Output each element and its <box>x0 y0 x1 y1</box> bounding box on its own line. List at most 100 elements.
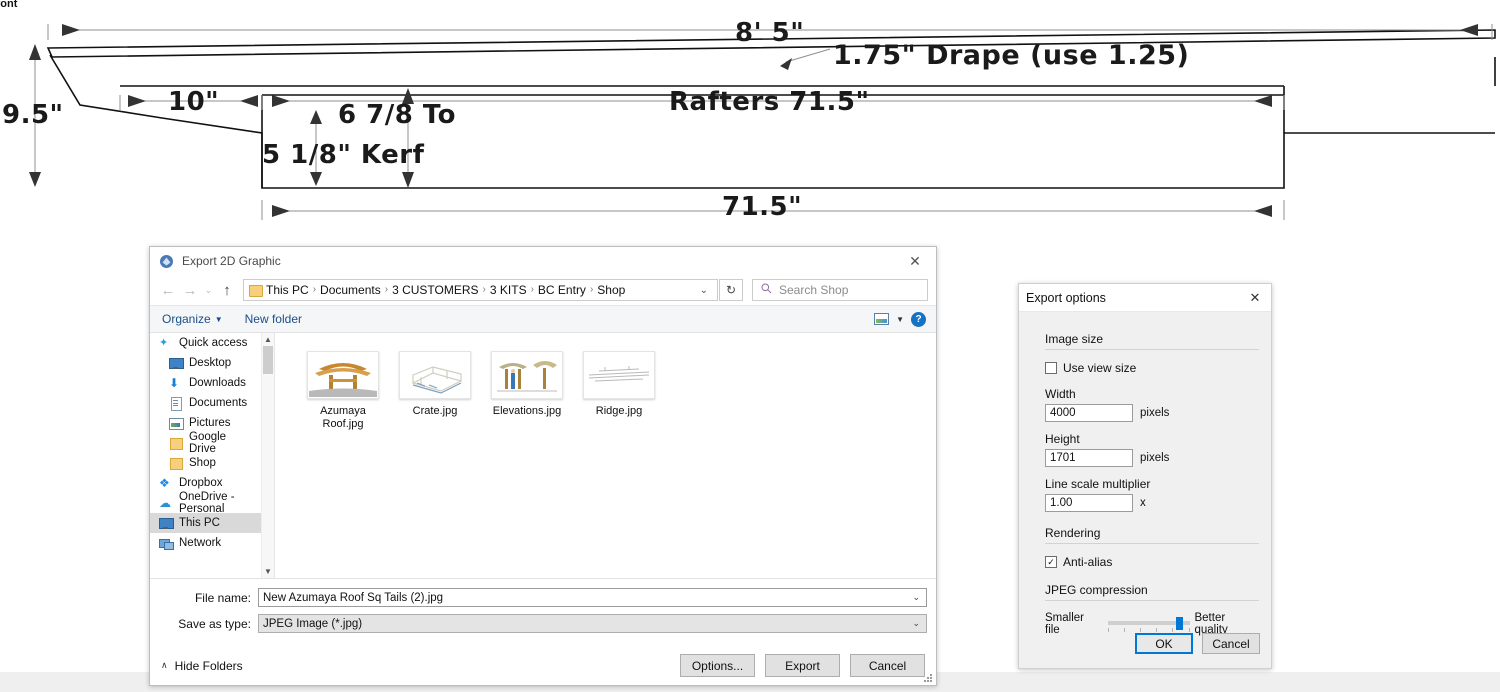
sidebar-item-google-drive[interactable]: Google Drive✒ <box>150 431 274 455</box>
chevron-down-icon[interactable]: ⌄ <box>906 592 926 603</box>
recent-locations-button[interactable]: ⌄ <box>201 278 216 302</box>
sidebar-item-shop[interactable]: Shop <box>150 453 274 473</box>
sidebar-item-this-pc[interactable]: This PC <box>150 513 274 533</box>
close-icon[interactable]: ✕ <box>1239 285 1271 311</box>
sidebar-item-label: Documents <box>189 397 248 409</box>
sidebar-item-quick-access[interactable]: ✦ Quick access <box>150 333 274 353</box>
sidebar-item-downloads[interactable]: ⬇Downloads✒ <box>150 373 274 393</box>
ridge-thumb <box>583 351 655 399</box>
hide-folders-label: Hide Folders <box>174 658 243 673</box>
divider <box>1045 600 1259 601</box>
sidebar-item-onedrive-personal[interactable]: ☁ OneDrive - Personal <box>150 491 274 515</box>
file-item[interactable]: Ridge.jpg <box>573 351 665 431</box>
export-button[interactable]: Export <box>765 654 840 677</box>
elevations-thumb <box>491 351 563 399</box>
breadcrumb-item-documents[interactable]: Documents <box>317 280 384 300</box>
sidebar-item-documents[interactable]: Documents✒ <box>150 393 274 413</box>
scroll-down-icon[interactable]: ▼ <box>262 565 274 578</box>
chevron-down-icon[interactable]: ⌄ <box>693 285 715 296</box>
dimension-label: 9.5" <box>2 100 64 130</box>
scroll-up-icon[interactable]: ▲ <box>262 333 274 346</box>
save-type-select[interactable]: JPEG Image (*.jpg) ⌄ <box>258 614 927 633</box>
back-button[interactable]: ← <box>157 278 179 302</box>
toolbar-right-group: ▼ ? <box>874 311 926 327</box>
breadcrumb-item-this-pc[interactable]: This PC <box>263 280 312 300</box>
help-icon[interactable]: ? <box>911 311 926 327</box>
new-folder-button[interactable]: New folder <box>245 312 302 326</box>
jpeg-compression-heading: JPEG compression <box>1045 583 1148 597</box>
sidebar-item-label: Desktop <box>189 357 232 369</box>
sidebar-scrollbar[interactable]: ▲ ▼ <box>261 333 274 578</box>
up-button[interactable]: ↑ <box>216 278 238 302</box>
use-view-size-checkbox[interactable] <box>1045 362 1057 374</box>
navigation-pane: ✦Quick accessDesktop✒⬇Downloads✒Document… <box>150 333 275 578</box>
options-cancel-button[interactable]: Cancel <box>1202 633 1260 654</box>
height-input[interactable]: 1701 <box>1045 449 1133 467</box>
dialog-body: ✦Quick accessDesktop✒⬇Downloads✒Document… <box>150 333 936 579</box>
anti-alias-checkbox[interactable]: ✓ <box>1045 556 1057 568</box>
width-row: 4000 pixels <box>1045 404 1259 422</box>
file-item[interactable]: Elevations.jpg <box>481 351 573 431</box>
view-name-label: ront <box>0 0 18 10</box>
chevron-down-icon: ▼ <box>214 314 223 324</box>
options-button[interactable]: Options... <box>680 654 755 677</box>
options-buttons: OK Cancel <box>1135 633 1260 654</box>
sketchup-icon <box>159 254 174 269</box>
file-item[interactable]: Crate.jpg <box>389 351 481 431</box>
command-toolbar: Organize ▼ New folder ▼ ? <box>150 305 936 333</box>
document-icon <box>169 396 183 411</box>
width-input[interactable]: 4000 <box>1045 404 1133 422</box>
close-icon[interactable]: ✕ <box>898 248 932 274</box>
ok-button[interactable]: OK <box>1135 633 1193 654</box>
file-name-input[interactable]: New Azumaya Roof Sq Tails (2).jpg ⌄ <box>258 588 927 607</box>
file-name-label: Azumaya Roof.jpg <box>320 405 366 430</box>
forward-button[interactable]: → <box>179 278 201 302</box>
breadcrumb-item-3-customers[interactable]: 3 CUSTOMERS <box>389 280 481 300</box>
dropbox-icon: ❖ <box>159 475 170 490</box>
refresh-button[interactable]: ↻ <box>719 279 743 301</box>
sidebar-list: ✦Quick accessDesktop✒⬇Downloads✒Document… <box>150 333 274 553</box>
breadcrumb-item-3-kits[interactable]: 3 KITS <box>487 280 530 300</box>
folder-icon <box>169 437 183 450</box>
sidebar-item-label: Downloads <box>189 377 246 389</box>
chevron-down-icon[interactable]: ▼ <box>896 315 904 324</box>
file-item[interactable]: Azumaya Roof.jpg <box>297 351 389 431</box>
hide-folders-button[interactable]: ∧ Hide Folders <box>161 659 243 673</box>
dialog-footer: ∧ Hide Folders Options... Export Cancel <box>150 640 936 677</box>
image-size-heading: Image size <box>1045 332 1104 346</box>
file-name-label: Crate.jpg <box>412 405 458 417</box>
line-scale-input[interactable]: 1.00 <box>1045 494 1133 512</box>
sidebar-item-label: Shop <box>189 457 216 469</box>
navigation-bar: ← → ⌄ ↑ This PC › Documents › 3 CUSTOMERS › 3 … <box>150 275 936 305</box>
organize-label: Organize <box>162 312 211 326</box>
jpeg-quality-slider[interactable] <box>1107 616 1190 632</box>
file-list-pane[interactable]: Azumaya Roof.jpg Crate.jpg Elevations.jpg R… <box>275 333 936 578</box>
anti-alias-row[interactable]: ✓ Anti-alias <box>1045 555 1259 569</box>
chevron-down-icon[interactable]: ⌄ <box>906 618 926 629</box>
sidebar-item-pictures[interactable]: Pictures✒ <box>150 413 274 433</box>
sidebar-item-dropbox[interactable]: ❖ Dropbox <box>150 473 274 493</box>
sidebar-item-label: Google Drive <box>189 431 227 455</box>
sidebar-item-desktop[interactable]: Desktop✒ <box>150 353 274 373</box>
breadcrumb-item-bc-entry[interactable]: BC Entry <box>535 280 589 300</box>
rendering-heading: Rendering <box>1045 526 1101 540</box>
view-layout-icon[interactable] <box>874 313 890 325</box>
folder-icon <box>248 284 263 297</box>
use-view-size-row[interactable]: Use view size <box>1045 361 1259 375</box>
cancel-button[interactable]: Cancel <box>850 654 925 677</box>
sidebar-item-network[interactable]: Network <box>150 533 274 553</box>
picture-icon <box>169 417 184 430</box>
organize-button[interactable]: Organize ▼ <box>162 312 223 326</box>
options-body: Image size Use view size Width 4000 pixe… <box>1019 312 1271 636</box>
address-bar[interactable]: This PC › Documents › 3 CUSTOMERS › 3 KITS › BC … <box>243 279 718 301</box>
search-input[interactable]: Search Shop <box>752 279 928 301</box>
options-title-bar: Export options ✕ <box>1019 284 1271 312</box>
dialog-title-bar: Export 2D Graphic ✕ <box>150 247 936 275</box>
scrollbar-thumb[interactable] <box>263 346 273 374</box>
download-icon: ⬇ <box>169 375 180 390</box>
file-name-value: New Azumaya Roof Sq Tails (2).jpg <box>263 591 444 604</box>
check-icon: ✓ <box>1047 556 1055 567</box>
breadcrumb-item-shop[interactable]: Shop <box>594 280 628 300</box>
height-unit: pixels <box>1140 452 1170 464</box>
resize-grip[interactable] <box>923 672 933 682</box>
